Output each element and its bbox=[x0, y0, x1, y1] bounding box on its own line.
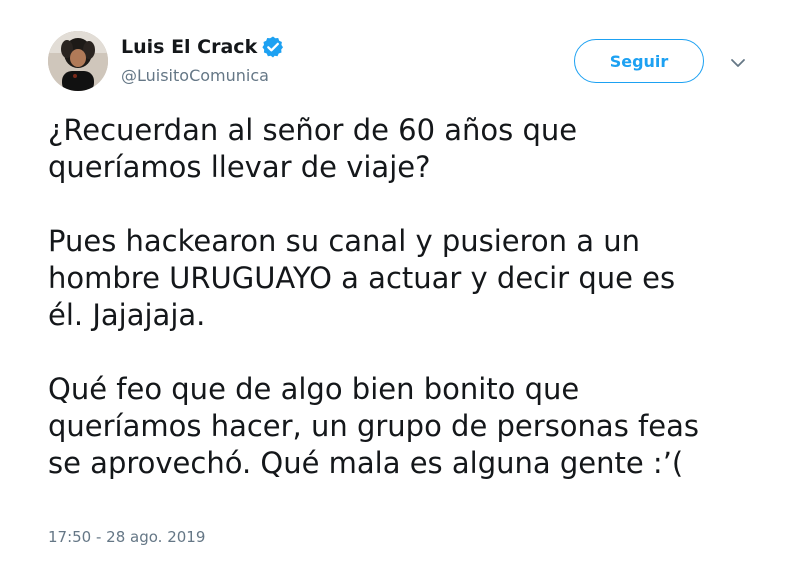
author-name-row: Luis El Crack bbox=[121, 34, 284, 60]
more-options-button[interactable] bbox=[726, 54, 750, 72]
author-handle[interactable]: @LuisitoComunica bbox=[121, 65, 269, 87]
tweet-timestamp[interactable]: 17:50 - 28 ago. 2019 bbox=[48, 527, 205, 547]
verified-badge-icon bbox=[262, 36, 284, 58]
tweet-paragraph: ¿Recuerdan al señor de 60 años que querí… bbox=[48, 113, 578, 184]
chevron-down-icon bbox=[731, 59, 745, 67]
tweet-text: ¿Recuerdan al señor de 60 años que querí… bbox=[48, 112, 748, 482]
author-display-name[interactable]: Luis El Crack bbox=[121, 34, 257, 60]
tweet-paragraph: Qué feo que de algo bien bonito que quer… bbox=[48, 372, 699, 480]
follow-button[interactable]: Seguir bbox=[574, 39, 704, 83]
tweet-card: Luis El Crack @LuisitoComunica Seguir ¿R… bbox=[0, 0, 791, 561]
avatar[interactable] bbox=[48, 31, 108, 91]
profile-photo-icon bbox=[48, 31, 108, 91]
tweet-paragraph: Pues hackearon su canal y pusieron a un … bbox=[48, 224, 676, 332]
